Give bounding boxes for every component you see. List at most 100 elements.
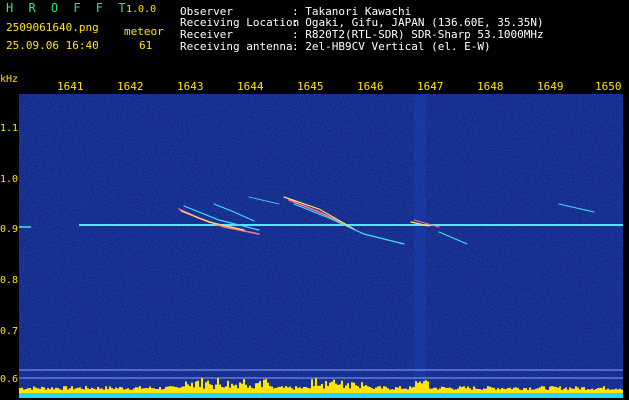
histogram-base-bar bbox=[517, 393, 519, 398]
histogram-bar bbox=[183, 386, 185, 393]
meteor-label: meteor bbox=[124, 25, 164, 38]
histogram-bar bbox=[185, 381, 187, 393]
histogram-bar bbox=[139, 386, 141, 393]
meteor-count: 61 bbox=[139, 39, 153, 52]
histogram-base-bar bbox=[175, 393, 177, 398]
histogram-base-bar bbox=[399, 393, 401, 398]
histogram-bar bbox=[455, 389, 457, 393]
histogram-base-bar bbox=[617, 393, 619, 398]
histogram-base-bar bbox=[275, 393, 277, 398]
histogram-base-bar bbox=[515, 393, 517, 398]
histogram-bar bbox=[307, 387, 309, 393]
histogram-bar bbox=[273, 388, 275, 393]
histogram-base-bar bbox=[245, 393, 247, 398]
histogram-bar bbox=[253, 388, 255, 393]
histogram-base-bar bbox=[499, 393, 501, 398]
histogram-base-bar bbox=[31, 393, 33, 398]
histogram-bar bbox=[261, 387, 263, 393]
histogram-base-bar bbox=[27, 393, 29, 398]
histogram-base-bar bbox=[205, 393, 207, 398]
histogram-bar bbox=[167, 386, 169, 393]
histogram-base-bar bbox=[21, 393, 23, 398]
histogram-base-bar bbox=[585, 393, 587, 398]
unit-label: kHz bbox=[0, 74, 19, 85]
histogram-bar bbox=[425, 380, 427, 393]
histogram-base-bar bbox=[71, 393, 73, 398]
histogram-bar bbox=[603, 386, 605, 393]
histogram-bar bbox=[611, 389, 613, 393]
histogram-base-bar bbox=[465, 393, 467, 398]
histogram-base-bar bbox=[305, 393, 307, 398]
histogram-bar bbox=[223, 387, 225, 393]
histogram-base-bar bbox=[573, 393, 575, 398]
histogram-bar bbox=[309, 388, 311, 393]
histogram-bar bbox=[179, 387, 181, 393]
histogram-bar bbox=[297, 387, 299, 393]
histogram-bar bbox=[55, 387, 57, 393]
histogram-bar bbox=[347, 383, 349, 393]
histogram-bar bbox=[119, 386, 121, 393]
histogram-base-bar bbox=[237, 393, 239, 398]
histogram-bar bbox=[401, 388, 403, 393]
histogram-bar bbox=[337, 384, 339, 393]
histogram-bar bbox=[543, 386, 545, 393]
histogram-bar bbox=[105, 386, 107, 393]
histogram-base-bar bbox=[433, 393, 435, 398]
histogram-bar bbox=[375, 387, 377, 393]
histogram-base-bar bbox=[283, 393, 285, 398]
histogram-base-bar bbox=[287, 393, 289, 398]
histogram-bar bbox=[553, 386, 555, 393]
histogram-base-bar bbox=[461, 393, 463, 398]
histogram-base-bar bbox=[161, 393, 163, 398]
histogram-bar bbox=[477, 389, 479, 393]
histogram-base-bar bbox=[443, 393, 445, 398]
histogram-base-bar bbox=[491, 393, 493, 398]
histogram-base-bar bbox=[411, 393, 413, 398]
histogram-base-bar bbox=[391, 393, 393, 398]
spectrogram-plot bbox=[19, 94, 623, 398]
histogram-base-bar bbox=[503, 393, 505, 398]
histogram-bar bbox=[567, 389, 569, 393]
histogram-bar bbox=[29, 387, 31, 393]
histogram-base-bar bbox=[173, 393, 175, 398]
histogram-bar bbox=[215, 384, 217, 393]
histogram-bar bbox=[529, 387, 531, 393]
histogram-bar bbox=[355, 385, 357, 393]
histogram-bar bbox=[559, 386, 561, 393]
histogram-base-bar bbox=[467, 393, 469, 398]
histogram-bar bbox=[225, 386, 227, 393]
histogram-bar bbox=[311, 379, 313, 393]
histogram-bar bbox=[357, 386, 359, 393]
histogram-base-bar bbox=[285, 393, 287, 398]
histogram-base-bar bbox=[97, 393, 99, 398]
histogram-bar bbox=[117, 388, 119, 393]
histogram-bar bbox=[571, 388, 573, 393]
histogram-base-bar bbox=[325, 393, 327, 398]
histogram-bar bbox=[303, 386, 305, 393]
histogram-bar bbox=[327, 385, 329, 393]
histogram-base-bar bbox=[541, 393, 543, 398]
histogram-bar bbox=[77, 387, 79, 393]
histogram-base-bar bbox=[539, 393, 541, 398]
histogram-bar bbox=[589, 389, 591, 393]
histogram-base-bar bbox=[575, 393, 577, 398]
histogram-bar bbox=[281, 386, 283, 393]
histogram-bar bbox=[621, 389, 623, 393]
header-panel: H R O F F T 1.0.0 2509061640.png meteor … bbox=[0, 0, 629, 78]
histogram-bar bbox=[537, 388, 539, 393]
histogram-bar bbox=[243, 379, 245, 393]
histogram-base-bar bbox=[213, 393, 215, 398]
histogram-bar bbox=[229, 387, 231, 393]
histogram-base-bar bbox=[581, 393, 583, 398]
histogram-bar bbox=[163, 388, 165, 393]
histogram-bar bbox=[581, 387, 583, 393]
x-tick-1650: 1650 bbox=[595, 80, 622, 93]
histogram-bar bbox=[485, 388, 487, 393]
histogram-base-bar bbox=[111, 393, 113, 398]
histogram-bar bbox=[299, 387, 301, 393]
histogram-base-bar bbox=[519, 393, 521, 398]
histogram-base-bar bbox=[385, 393, 387, 398]
histogram-bar bbox=[209, 384, 211, 393]
y-tick-0.7: 0.7 bbox=[0, 326, 19, 337]
histogram-base-bar bbox=[423, 393, 425, 398]
